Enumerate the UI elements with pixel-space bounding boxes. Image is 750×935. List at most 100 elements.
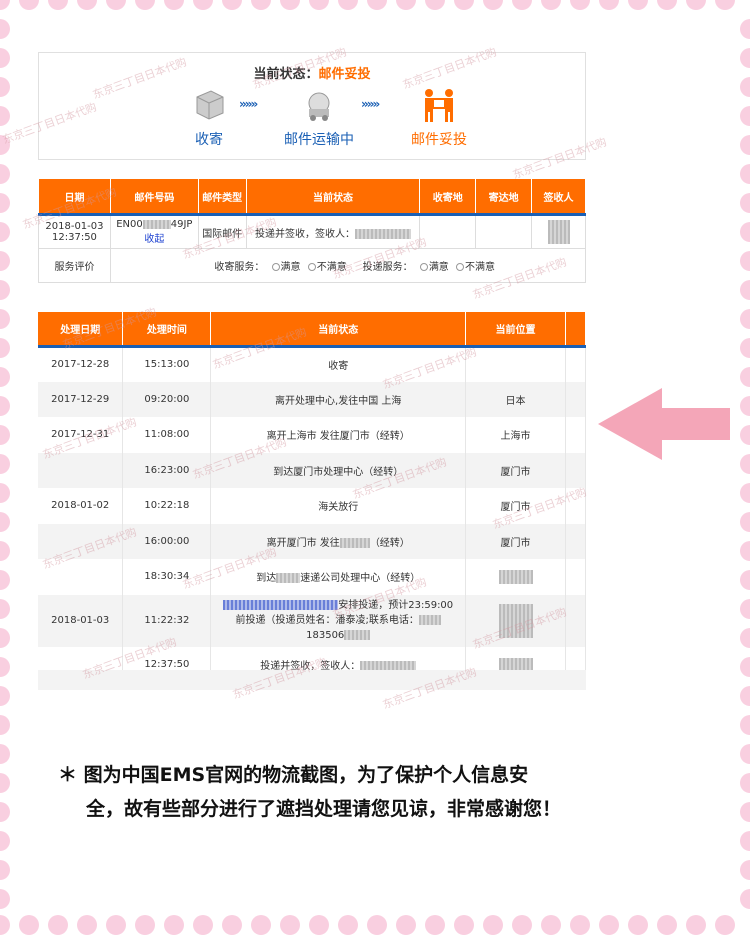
collapse-link[interactable]: 收起 (144, 234, 164, 245)
location-cell: 厦门市 (465, 452, 566, 488)
polka-dot (309, 915, 329, 935)
step-collected: 收寄 (169, 87, 249, 149)
polka-dot (740, 570, 750, 590)
col-header: 签收人 (531, 178, 586, 216)
polka-dot (0, 164, 10, 184)
deliver-service-label: 投递服务： (362, 262, 413, 273)
spacer-cell (565, 523, 586, 559)
redaction-mask (276, 573, 301, 584)
radio-unsatisfied[interactable] (456, 263, 464, 271)
col-header: 邮件类型 (197, 178, 247, 216)
spacer-cell (565, 381, 586, 417)
polka-dot (0, 396, 10, 416)
polka-dot (740, 773, 750, 793)
summary-table: 日期 邮件号码 邮件类型 当前状态 收寄地 寄达地 签收人 2018-01-03… (38, 178, 587, 283)
col-header: 邮件号码 (109, 178, 199, 216)
polka-dot (396, 0, 416, 10)
table-row: 16:00:00 离开厦门市 发往 （经转） 厦门市 (38, 523, 586, 559)
polka-dot (740, 686, 750, 706)
location-cell: 上海市 (465, 417, 566, 453)
polka-dot (0, 915, 10, 935)
polka-dot (740, 599, 750, 619)
delivery-truck-icon (308, 92, 330, 121)
polka-dot (740, 396, 750, 416)
polka-dot (483, 0, 503, 10)
status-text: 离开厦门市 发往 (266, 537, 340, 549)
radio-satisfied[interactable] (419, 263, 428, 271)
polka-dot (0, 106, 10, 126)
polka-dot (0, 802, 10, 822)
polka-dot (48, 0, 68, 10)
table-row: 2018-01-03 12:37:50 EN00 49JP 收起 国际邮件 投递并… (38, 214, 586, 249)
tracking-suffix: 49JP (170, 219, 193, 230)
polka-dot (106, 0, 126, 10)
polka-dot (0, 193, 10, 213)
col-header: 当前状态 (210, 312, 467, 348)
polka-dot (686, 915, 706, 935)
polka-dot (19, 915, 39, 935)
date-cell (38, 452, 124, 488)
polka-dot (740, 541, 750, 561)
location-cell: 厦门市 (465, 488, 566, 524)
polka-dot (715, 0, 735, 10)
redaction-mask (354, 228, 411, 239)
tracking-cell: EN00 49JP 收起 (109, 214, 199, 249)
radio-label: 满意 (428, 262, 449, 273)
delivery-person-icon (425, 89, 453, 122)
polka-dot (740, 512, 750, 532)
spacer-cell (565, 452, 586, 488)
polka-dot (193, 915, 213, 935)
col-header (565, 312, 586, 348)
polka-dot (0, 570, 10, 590)
polka-dot (0, 251, 10, 271)
polka-dot (164, 0, 184, 10)
radio-label: 满意 (280, 262, 301, 273)
step-label: 邮件运输中 (284, 132, 354, 148)
location-cell (465, 559, 566, 595)
polka-dot (0, 744, 10, 764)
radio-satisfied[interactable] (271, 263, 280, 271)
recipient-cell (531, 214, 586, 249)
redaction-mask (547, 220, 570, 244)
status-cell: 投递并签收，签收人： (245, 214, 421, 249)
polka-dot (740, 483, 750, 503)
polka-dot (19, 0, 39, 10)
polka-dot (599, 0, 619, 10)
date-cell: 2017-12-29 (38, 381, 124, 417)
polka-dot (740, 860, 750, 880)
step-label: 收寄 (195, 132, 223, 148)
step-arrow-icon: »»» (239, 97, 258, 111)
col-header: 寄达地 (475, 178, 533, 216)
polka-dot (338, 915, 358, 935)
polka-dot (740, 715, 750, 735)
polka-dot (454, 0, 474, 10)
table-row: 2017-12-31 11:08:00 离开上海市 发往厦门市（经转） 上海市 (38, 417, 586, 453)
date-cell (38, 559, 124, 595)
polka-dot (0, 48, 10, 68)
radio-unsatisfied[interactable] (307, 263, 316, 271)
date-cell (38, 523, 124, 559)
note-line-1: ＊ 图为中国EMS官网的物流截图，为了保护个人信息安 (58, 764, 529, 786)
polka-dot (541, 0, 561, 10)
polka-dot (222, 0, 242, 10)
polka-dot (740, 889, 750, 909)
col-header: 日期 (38, 178, 111, 216)
polka-dot (0, 831, 10, 851)
polka-dot (657, 0, 677, 10)
polka-dot (367, 0, 387, 10)
polka-dot (0, 338, 10, 358)
time-cell: 11:08:00 (122, 417, 212, 453)
polka-dot (740, 657, 750, 677)
polka-dot (570, 0, 590, 10)
status-cell: 到达厦门市处理中心（经转） (210, 452, 467, 488)
redaction-mask (418, 615, 441, 625)
date-cell: 2017-12-28 (38, 346, 124, 382)
time-cell: 18:30:34 (122, 559, 212, 595)
mail-type-cell: 国际邮件 (197, 214, 247, 249)
polka-dot (135, 915, 155, 935)
location-cell (465, 346, 566, 382)
polka-dot (0, 541, 10, 561)
status-cell: 海关放行 (210, 488, 467, 524)
polka-dot (483, 915, 503, 935)
package-box-icon (196, 90, 224, 120)
